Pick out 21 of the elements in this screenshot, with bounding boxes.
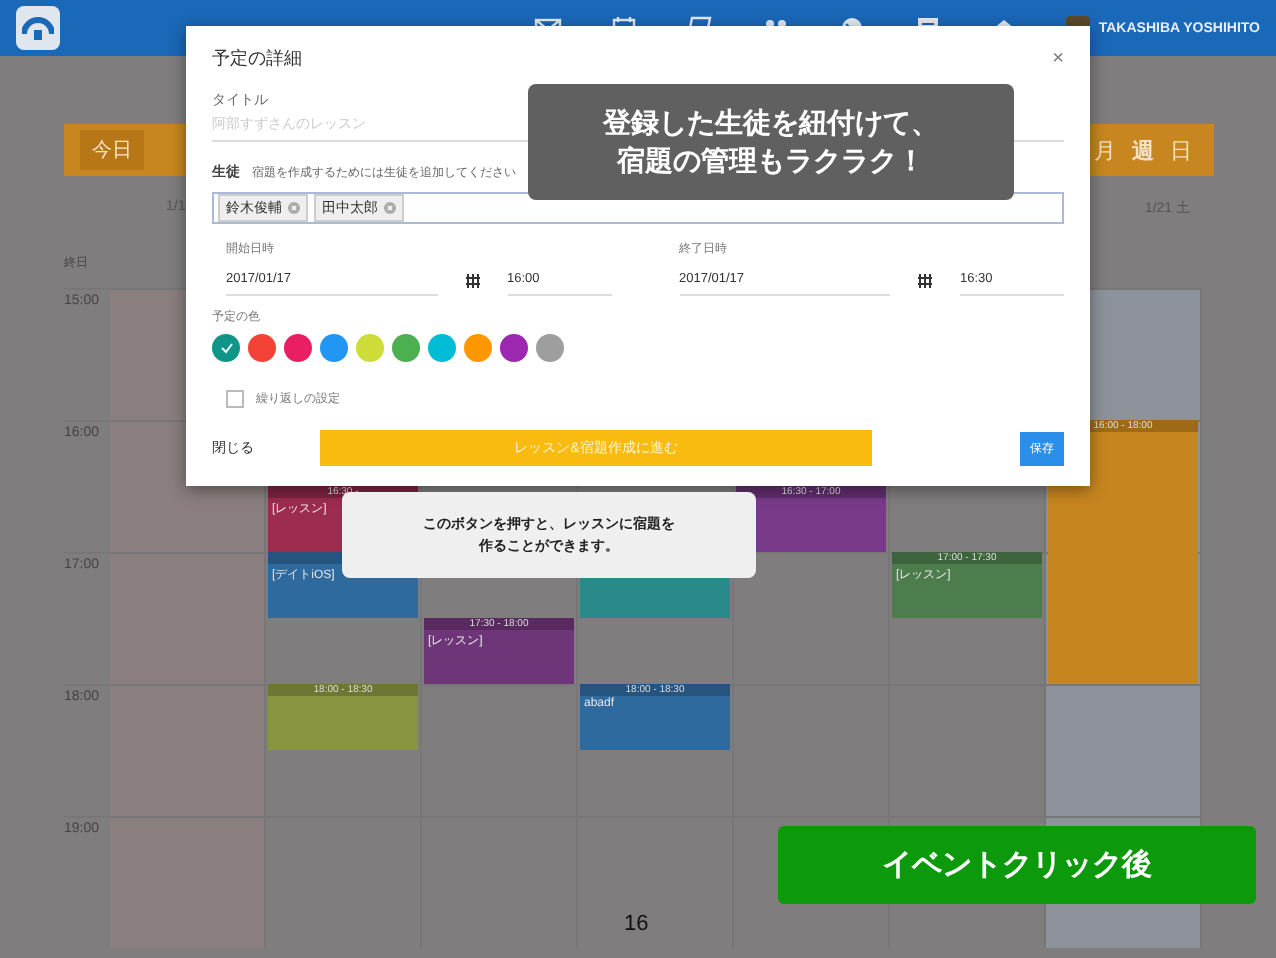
color-swatch[interactable]: [500, 334, 528, 362]
today-button[interactable]: 今日: [80, 130, 144, 170]
color-swatch[interactable]: [536, 334, 564, 362]
color-swatch[interactable]: [320, 334, 348, 362]
color-swatch[interactable]: [392, 334, 420, 362]
color-swatch[interactable]: [428, 334, 456, 362]
color-swatch[interactable]: [284, 334, 312, 362]
calendar-grid-icon[interactable]: [918, 273, 932, 287]
color-swatch[interactable]: [248, 334, 276, 362]
page-number: 16: [624, 912, 649, 936]
remove-icon[interactable]: [288, 202, 300, 214]
dialog-title: 予定の詳細: [212, 46, 302, 72]
color-swatch[interactable]: [212, 334, 240, 362]
app-logo[interactable]: [16, 6, 60, 50]
callout-tooltip: 登録した生徒を紐付けて、 宿題の管理もラクラク！: [528, 84, 1014, 200]
repeat-checkbox[interactable]: [226, 390, 244, 408]
color-swatch[interactable]: [356, 334, 384, 362]
remove-icon[interactable]: [384, 202, 396, 214]
color-swatch[interactable]: [464, 334, 492, 362]
caption-label: イベントクリック後: [778, 826, 1256, 904]
calendar-grid-icon[interactable]: [465, 273, 479, 287]
